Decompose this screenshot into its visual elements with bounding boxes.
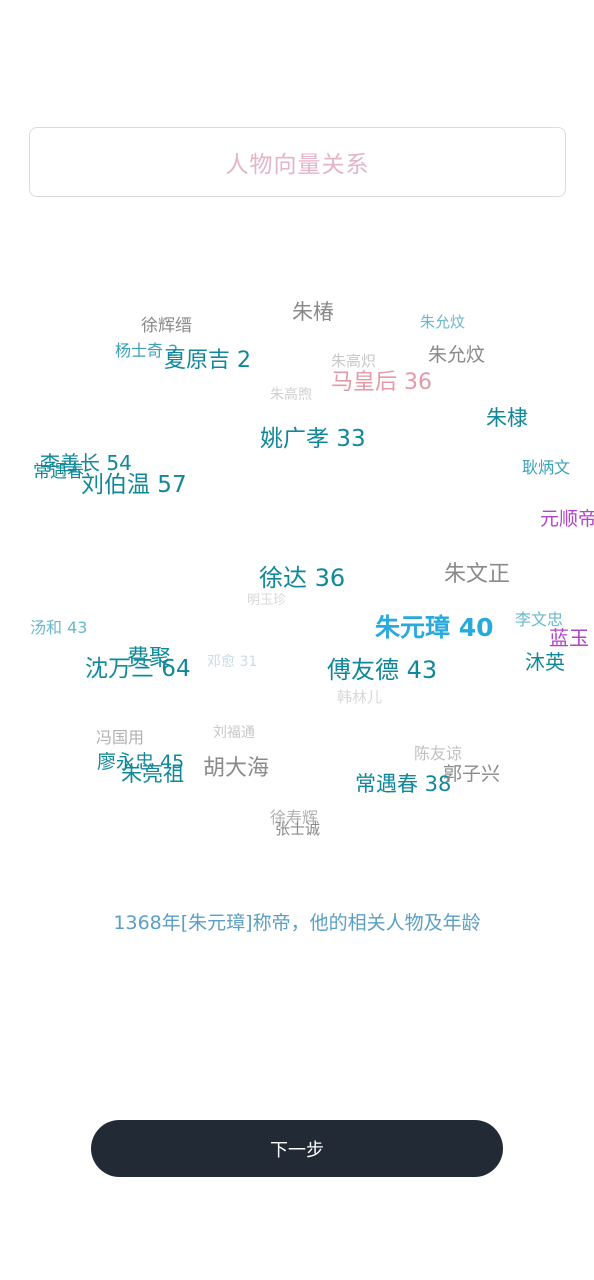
word-cloud-item[interactable]: 邓愈 31 [207,655,257,669]
word-cloud-item[interactable]: 陈友谅 [414,746,462,762]
page-title: 人物向量关系 [225,152,370,178]
word-cloud-item[interactable]: 徐达 36 [259,566,345,590]
word-cloud-item[interactable]: 朱棣 [486,408,528,429]
word-cloud-item[interactable]: 汤和 43 [30,620,87,636]
word-cloud-item[interactable]: 韩林儿 [337,690,382,705]
title-box: 人物向量关系 [29,127,566,197]
word-cloud-item[interactable]: 蓝玉 [549,628,589,648]
word-cloud-item[interactable]: 夏原吉 2 [164,350,251,372]
next-step-button[interactable]: 下一步 [91,1120,503,1177]
word-cloud-item[interactable]: 常遇春 38 [355,774,451,795]
page: 人物向量关系 朱椿 徐辉缙 杨士奇 2 夏原吉 2 朱允炆 朱允炆 朱高炽 马皇后 36 朱高煦… [0,0,594,1280]
word-cloud-item[interactable]: 耿炳文 [522,460,570,476]
word-cloud-item[interactable]: 朱文正 [444,564,510,586]
word-cloud-item[interactable]: 刘福通 [213,726,255,740]
word-cloud-item[interactable]: 徐辉缙 [141,318,192,335]
caption-text: 1368年[朱元璋]称帝，他的相关人物及年龄 [113,912,481,934]
word-cloud-item[interactable]: 沈万三 64 [85,658,191,681]
word-cloud-item[interactable]: 郭子兴 [443,765,500,784]
word-cloud: 朱椿 徐辉缙 杨士奇 2 夏原吉 2 朱允炆 朱允炆 朱高炽 马皇后 36 朱高煦 朱棣 姚广孝 3… [0,280,594,860]
word-cloud-item[interactable]: 姚广孝 33 [260,428,366,451]
word-cloud-item[interactable]: 张士诚 [275,822,320,837]
word-cloud-item[interactable]: 朱允炆 [428,346,485,365]
word-cloud-item[interactable]: 明玉珍 [247,594,286,607]
word-cloud-item[interactable]: 常遇春 [33,464,84,481]
word-cloud-item[interactable]: 朱允炆 [420,315,465,330]
word-cloud-item[interactable]: 冯国用 [96,730,144,746]
word-cloud-item[interactable]: 朱高炽 [331,354,376,369]
word-cloud-item[interactable]: 朱亮祖 [121,764,184,785]
word-cloud-item[interactable]: 朱元璋 40 [375,615,494,640]
word-cloud-item[interactable]: 元顺帝 [540,510,594,529]
word-cloud-item[interactable]: 朱椿 [292,302,334,323]
word-cloud-item[interactable]: 马皇后 36 [331,372,432,394]
word-cloud-item[interactable]: 朱高煦 [270,388,312,402]
word-cloud-item[interactable]: 沐英 [525,652,565,672]
word-cloud-item[interactable]: 傅友德 43 [327,658,437,682]
word-cloud-item[interactable]: 刘伯温 57 [81,474,187,497]
word-cloud-item[interactable]: 胡大海 [203,758,269,780]
